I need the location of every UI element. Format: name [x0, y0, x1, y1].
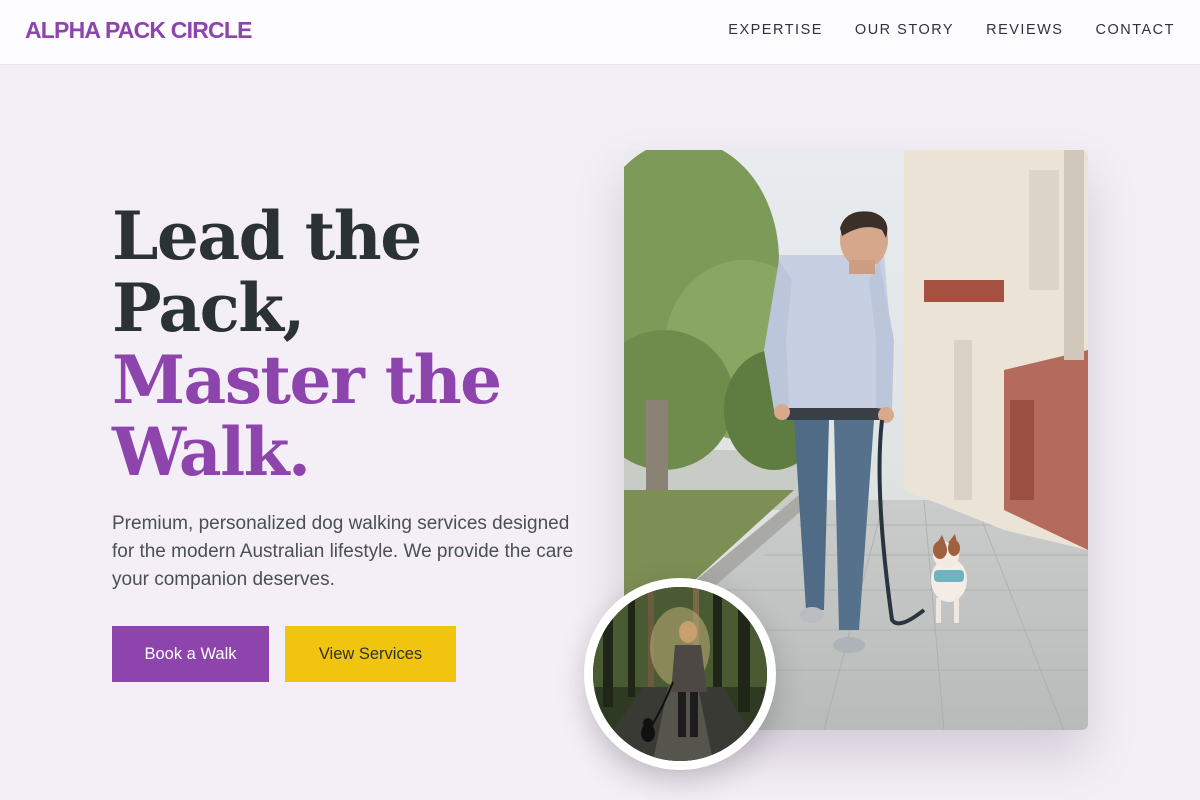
nav-link-our-story[interactable]: OUR STORY — [855, 22, 954, 38]
book-walk-button[interactable]: Book a Walk — [112, 626, 269, 682]
site-header: ALPHA PACK CIRCLE EXPERTISE OUR STORY RE… — [0, 0, 1200, 65]
hero-headline: Lead the Pack, Master the Walk. — [112, 200, 552, 488]
nav-link-reviews[interactable]: REVIEWS — [986, 22, 1063, 38]
site-logo[interactable]: ALPHA PACK CIRCLE — [25, 17, 252, 44]
main-nav: EXPERTISE OUR STORY REVIEWS CONTACT — [728, 22, 1175, 38]
hero-subtext: Premium, personalized dog walking servic… — [112, 513, 574, 590]
headline-accent-line: Master the — [112, 341, 502, 419]
woman-walking-dog-illustration — [593, 587, 767, 761]
headline-accent-line: Walk. — [112, 413, 311, 491]
headline-line: Pack, — [112, 269, 306, 347]
nav-link-contact[interactable]: CONTACT — [1095, 22, 1175, 38]
headline-line: Lead the — [112, 197, 422, 275]
view-services-button[interactable]: View Services — [285, 626, 456, 682]
hero-inset-image — [584, 578, 776, 770]
nav-link-expertise[interactable]: EXPERTISE — [728, 22, 823, 38]
